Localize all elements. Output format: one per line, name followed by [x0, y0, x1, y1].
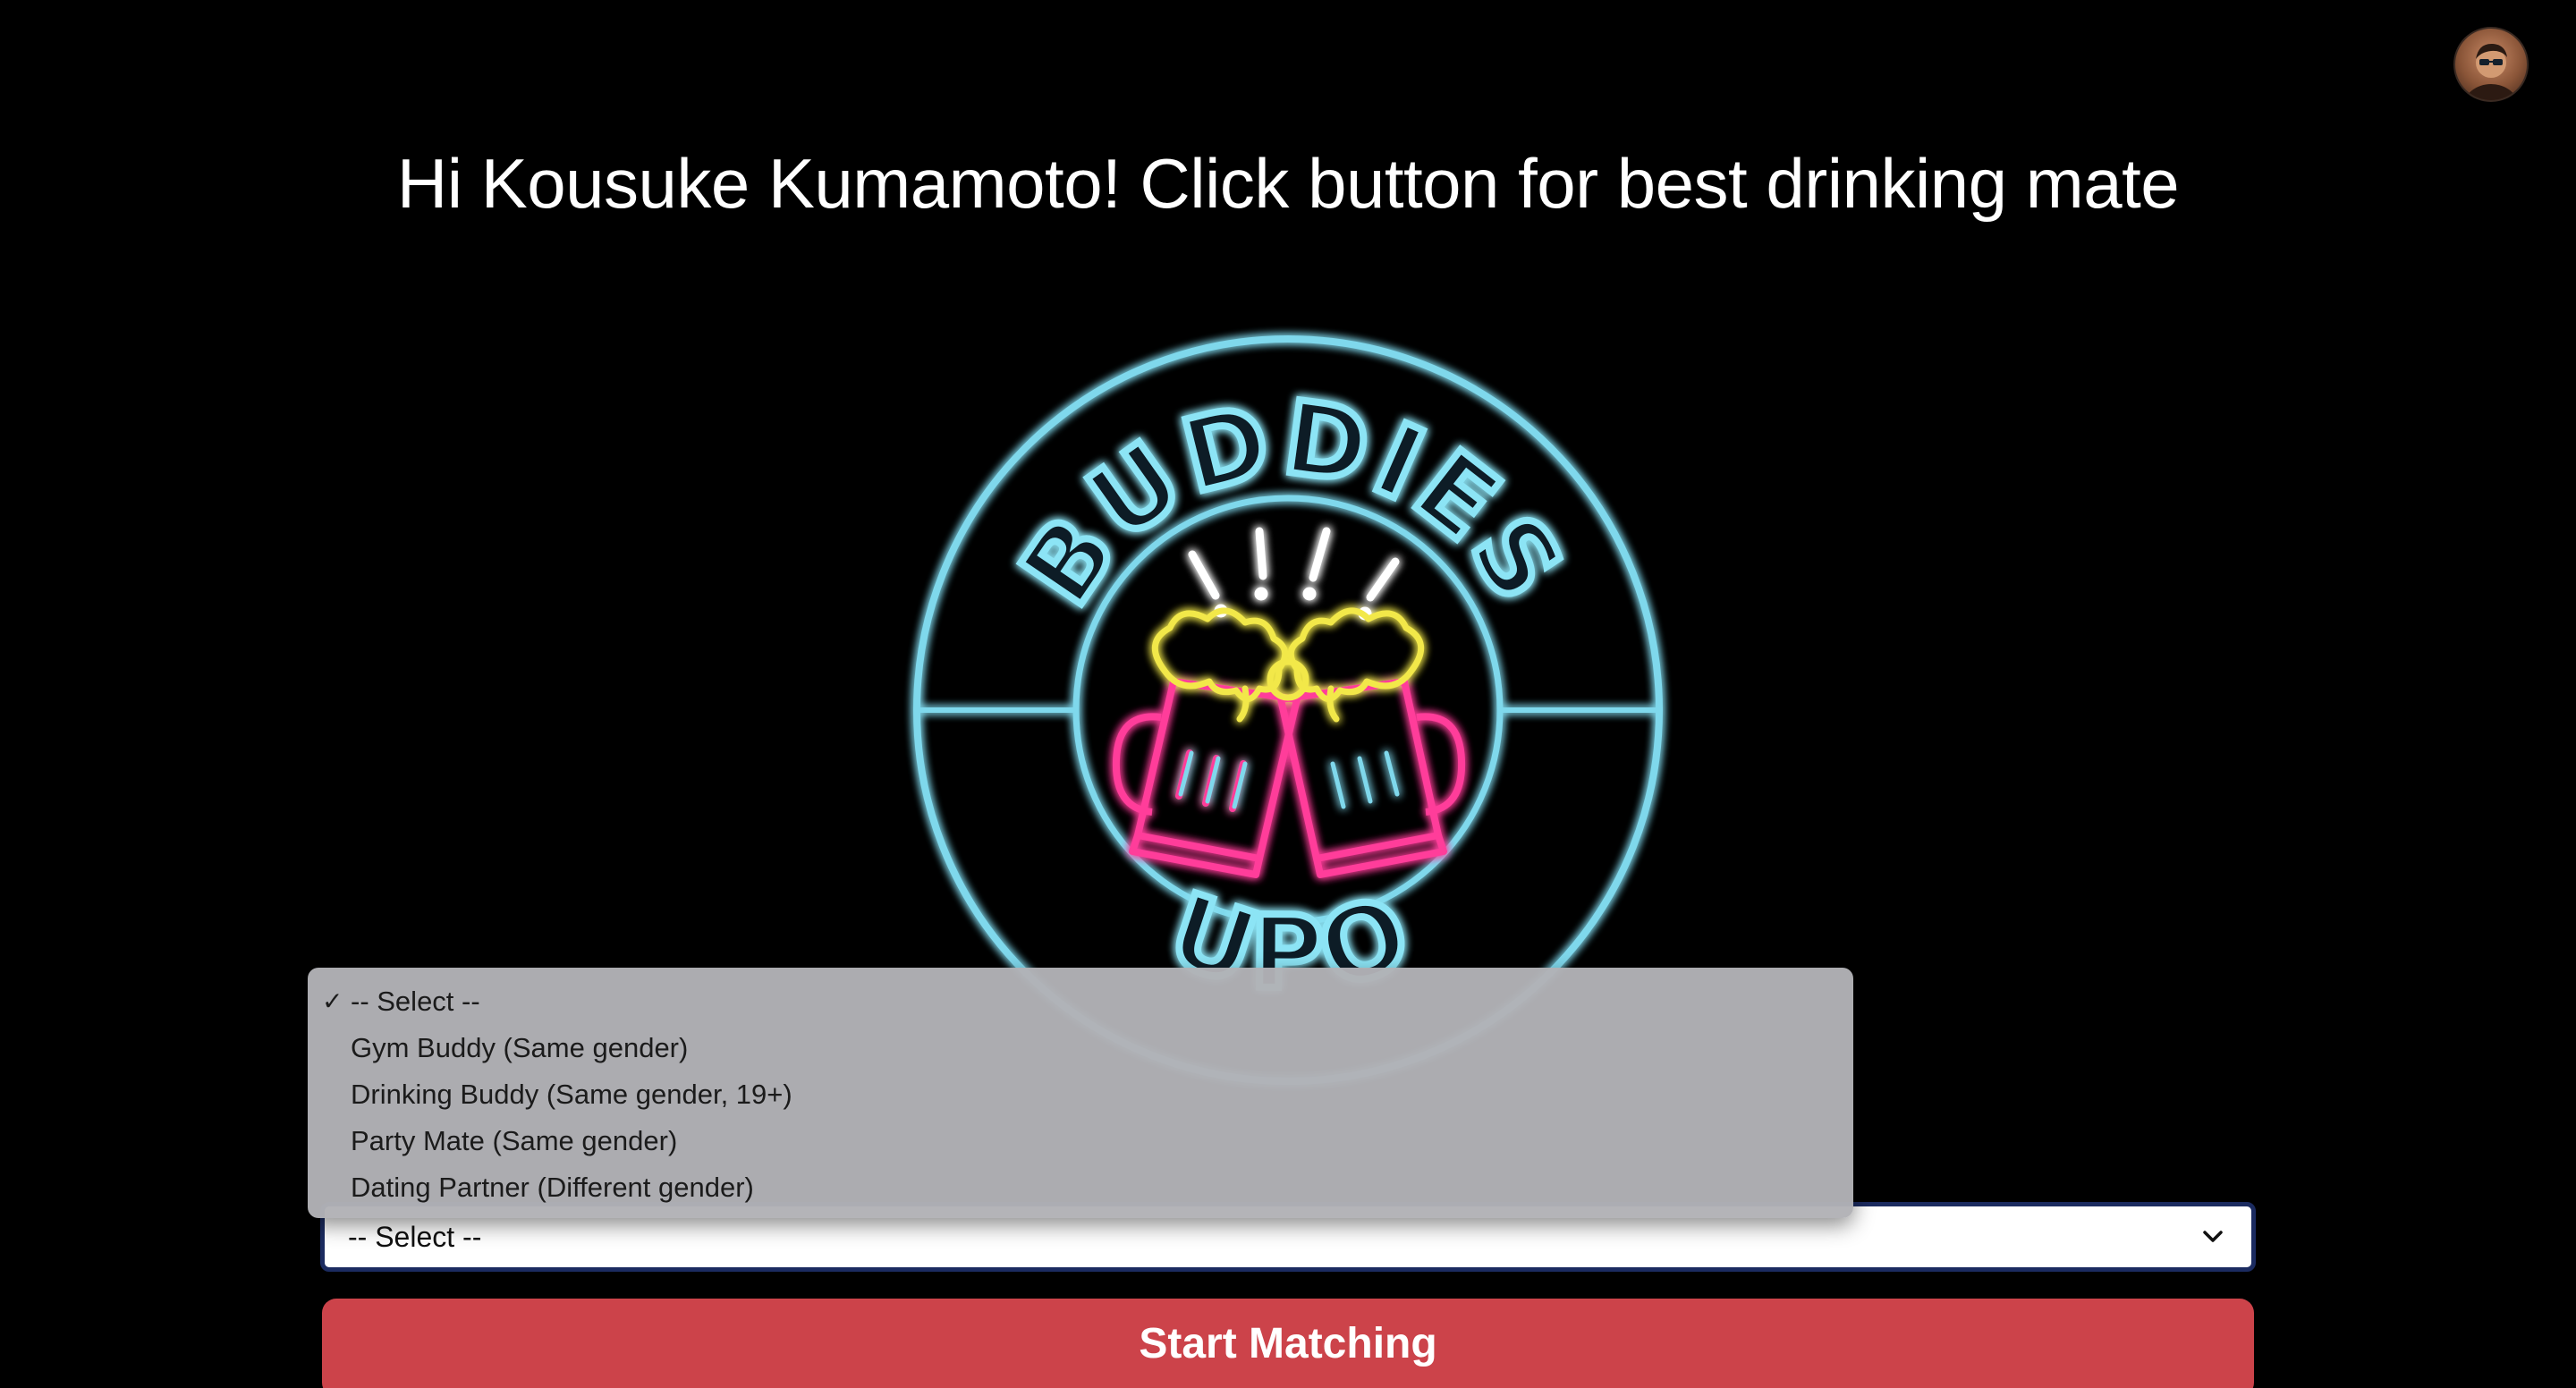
matching-page: Hi Kousuke Kumamoto! Click button for be…: [0, 0, 2576, 1388]
match-type-option-gym-buddy[interactable]: Gym Buddy (Same gender): [308, 1025, 1853, 1071]
buddies-logo-graphic: BUDDIES UPO: [913, 335, 1663, 1085]
match-type-option-select[interactable]: ✓ -- Select --: [308, 978, 1853, 1025]
option-label: Drinking Buddy (Same gender, 19+): [351, 1079, 792, 1110]
match-type-option-party-mate[interactable]: Party Mate (Same gender): [308, 1118, 1853, 1164]
option-label: Dating Partner (Different gender): [351, 1172, 754, 1203]
start-matching-button[interactable]: Start Matching: [322, 1299, 2254, 1388]
user-avatar-icon: [2464, 43, 2518, 100]
left-mug: [1112, 678, 1301, 878]
page-title: Hi Kousuke Kumamoto! Click button for be…: [396, 144, 2180, 223]
right-mug: [1277, 678, 1466, 878]
buddies-logo: BUDDIES UPO: [859, 295, 1717, 1085]
match-type-select-value: -- Select --: [348, 1220, 482, 1253]
match-type-dropdown-menu: ✓ -- Select -- Gym Buddy (Same gender) D…: [308, 968, 1853, 1218]
option-label: -- Select --: [351, 986, 480, 1017]
beer-foam: [1151, 607, 1425, 723]
spark-lines: [1188, 527, 1400, 621]
chevron-down-icon: [2203, 1231, 2223, 1242]
beer-mugs-cheers-icon: [1112, 527, 1466, 878]
option-label: Party Mate (Same gender): [351, 1125, 678, 1156]
right-mug-bubbles: [1330, 750, 1400, 809]
user-avatar[interactable]: [2453, 27, 2529, 102]
match-type-option-dating-partner[interactable]: Dating Partner (Different gender): [308, 1164, 1853, 1211]
check-icon: ✓: [322, 987, 343, 1015]
option-label: Gym Buddy (Same gender): [351, 1032, 689, 1063]
match-type-option-drinking-buddy[interactable]: Drinking Buddy (Same gender, 19+): [308, 1071, 1853, 1118]
logo-top-text: BUDDIES: [1000, 380, 1588, 625]
